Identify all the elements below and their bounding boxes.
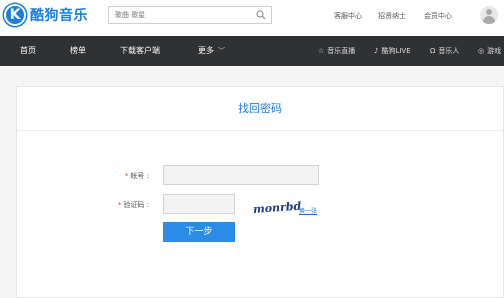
nav-item-kugou-live[interactable]: ♪ 酷狗LIVE <box>374 46 411 56</box>
captcha-label: * 验证码 : <box>99 200 149 210</box>
captcha-field <box>163 194 235 214</box>
account-label: * 帐号 : <box>99 171 149 181</box>
nav-musicians-label: 音乐人 <box>438 47 460 55</box>
nav-item-musicians[interactable]: Ω 音乐人 <box>430 46 459 56</box>
captcha-text: monrbd <box>253 200 302 215</box>
avatar-head <box>486 9 492 15</box>
search-input[interactable] <box>109 7 249 23</box>
avatar-body <box>483 16 495 24</box>
star-icon: ☆ <box>318 47 325 55</box>
careers-link[interactable]: 招贤纳士 <box>378 11 406 21</box>
main-nav: 首页 榜单 下载客户端 更多 ﹀ ☆ 音乐直播 ♪ 酷狗LIVE Ω 音乐人 ◎ … <box>0 36 504 66</box>
nav-kugou-live-label: 酷狗LIVE <box>381 47 411 55</box>
required-mark: * <box>117 201 122 209</box>
captcha-input[interactable] <box>164 195 234 213</box>
gamepad-icon: ◎ <box>478 47 485 55</box>
customer-service-link[interactable]: 客服中心 <box>334 11 362 21</box>
recover-password-card: 找回密码 * 帐号 : * 验证码 : monrbd 换一张 下一步 <box>16 86 504 298</box>
account-input[interactable] <box>164 166 318 184</box>
user-avatar-icon[interactable] <box>480 6 498 24</box>
logo-text: 酷狗音乐 <box>30 8 88 24</box>
nav-item-games[interactable]: ◎ 游戏 <box>478 46 501 56</box>
captcha-label-text: 验证码 : <box>123 201 149 209</box>
nav-more-label: 更多 <box>198 46 214 55</box>
nav-item-more[interactable]: 更多 ﹀ <box>198 45 225 56</box>
next-step-button[interactable]: 下一步 <box>163 222 235 242</box>
headphones-icon: Ω <box>430 47 436 55</box>
nav-item-download-client[interactable]: 下载客户端 <box>120 45 160 56</box>
account-field <box>163 165 319 185</box>
logo-icon: K <box>4 4 26 26</box>
search-box <box>108 6 272 24</box>
required-mark: * <box>124 172 129 180</box>
refresh-captcha-link[interactable]: 换一张 <box>299 206 317 215</box>
nav-games-label: 游戏 <box>487 47 502 55</box>
logo[interactable]: K 酷狗音乐 <box>4 4 88 26</box>
nav-item-home[interactable]: 首页 <box>20 45 36 56</box>
nav-item-live-streaming[interactable]: ☆ 音乐直播 <box>318 46 355 56</box>
nav-item-charts[interactable]: 榜单 <box>70 45 86 56</box>
member-center-link[interactable]: 会员中心 <box>424 11 452 21</box>
search-icon[interactable] <box>256 10 266 20</box>
top-bar: K 酷狗音乐 客服中心 招贤纳士 会员中心 <box>0 0 504 36</box>
note-icon: ♪ <box>374 47 379 55</box>
nav-live-streaming-label: 音乐直播 <box>327 47 356 55</box>
chevron-down-icon: ﹀ <box>218 47 225 55</box>
account-label-text: 帐号 : <box>130 172 149 180</box>
page-title: 找回密码 <box>17 87 503 131</box>
